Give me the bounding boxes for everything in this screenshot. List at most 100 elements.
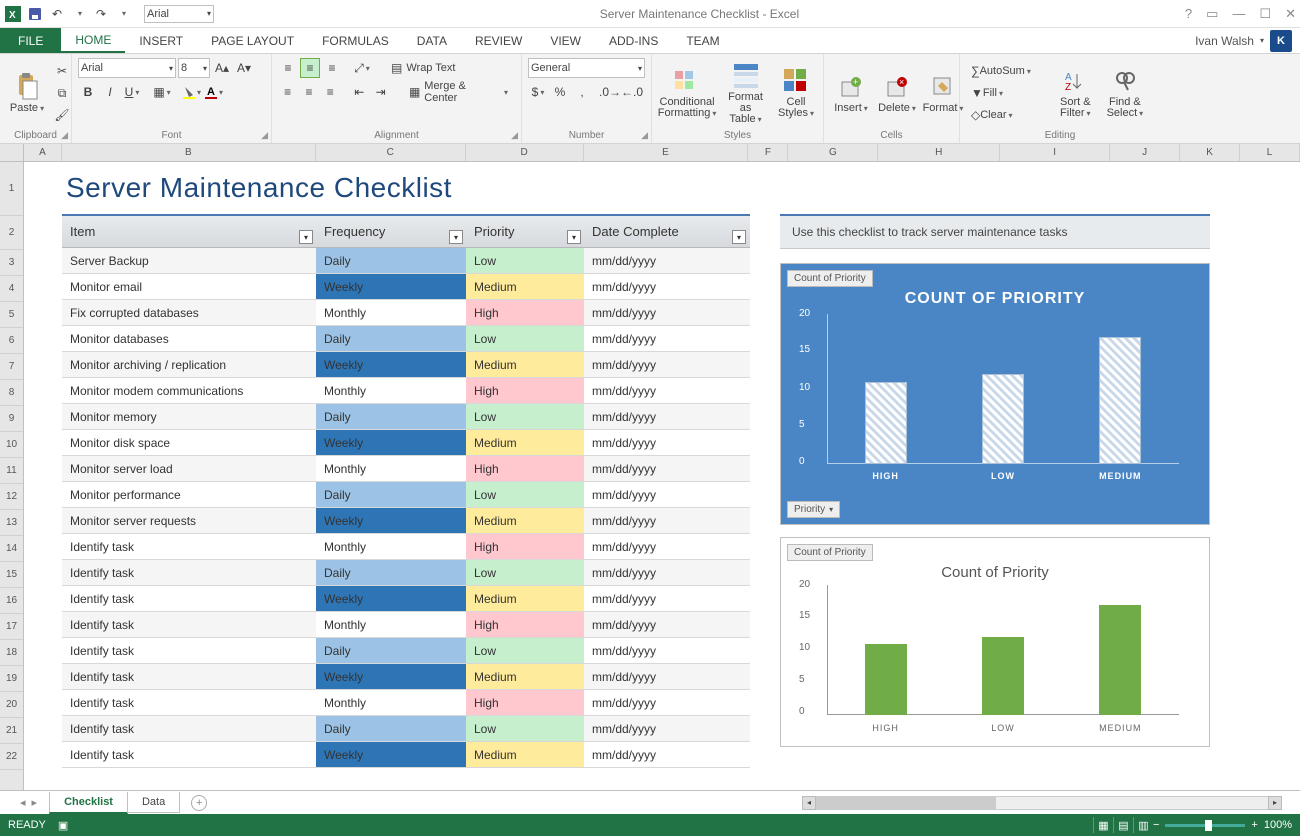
percent-icon[interactable]: %	[550, 82, 570, 102]
col-header[interactable]: L	[1240, 144, 1300, 161]
accounting-icon[interactable]: $	[528, 82, 548, 102]
col-date[interactable]: Date Complete▾	[584, 216, 749, 247]
scroll-thumb[interactable]	[816, 797, 996, 809]
cell-styles-button[interactable]: Cell Styles	[775, 58, 817, 128]
table-row[interactable]: Server BackupDailyLowmm/dd/yyyy	[62, 248, 750, 274]
sort-filter-button[interactable]: AZSort & Filter	[1054, 58, 1097, 128]
cell-item[interactable]: Identify task	[62, 534, 316, 559]
table-row[interactable]: Identify taskWeeklyMediummm/dd/yyyy	[62, 586, 750, 612]
row-header[interactable]: 13	[0, 510, 23, 536]
cell-priority[interactable]: Medium	[466, 274, 584, 299]
cell-item[interactable]: Identify task	[62, 664, 316, 689]
row-header[interactable]: 12	[0, 484, 23, 510]
cell-date[interactable]: mm/dd/yyyy	[584, 612, 749, 637]
select-all-corner[interactable]	[0, 144, 23, 162]
find-select-button[interactable]: Find & Select	[1101, 58, 1150, 128]
cell-item[interactable]: Monitor email	[62, 274, 316, 299]
macro-record-icon[interactable]: ▣	[58, 819, 68, 832]
cell-priority[interactable]: Low	[466, 482, 584, 507]
font-size-select[interactable]: 8▾	[178, 58, 210, 78]
table-row[interactable]: Monitor emailWeeklyMediummm/dd/yyyy	[62, 274, 750, 300]
col-header[interactable]: I	[1000, 144, 1110, 161]
cell-frequency[interactable]: Weekly	[316, 430, 466, 455]
table-row[interactable]: Monitor modem communicationsMonthlyHighm…	[62, 378, 750, 404]
col-item[interactable]: Item▾	[62, 216, 316, 247]
col-header[interactable]: C	[316, 144, 466, 161]
cell-item[interactable]: Fix corrupted databases	[62, 300, 316, 325]
table-row[interactable]: Identify taskDailyLowmm/dd/yyyy	[62, 638, 750, 664]
zoom-slider[interactable]	[1165, 824, 1245, 827]
increase-font-icon[interactable]: A▴	[212, 58, 232, 78]
col-header[interactable]: D	[466, 144, 584, 161]
sheet-nav-last-icon[interactable]: ▸	[32, 796, 38, 809]
cell-item[interactable]: Monitor memory	[62, 404, 316, 429]
chart-bar[interactable]: LOW	[982, 637, 1024, 715]
cell-frequency[interactable]: Monthly	[316, 612, 466, 637]
horizontal-scrollbar[interactable]: ◂ ▸	[802, 796, 1282, 810]
clear-button[interactable]: ◇ Clear	[966, 105, 1018, 125]
fill-color-button[interactable]	[182, 82, 202, 102]
table-row[interactable]: Identify taskMonthlyHighmm/dd/yyyy	[62, 612, 750, 638]
save-icon[interactable]	[26, 5, 44, 23]
tab-review[interactable]: REVIEW	[461, 28, 536, 53]
qat-font-select[interactable]: Arial▾	[144, 5, 214, 23]
col-priority[interactable]: Priority▾	[466, 216, 584, 247]
italic-button[interactable]: I	[100, 82, 120, 102]
clipboard-launcher[interactable]: ◢	[61, 130, 68, 141]
cell-item[interactable]: Identify task	[62, 716, 316, 741]
cell-frequency[interactable]: Daily	[316, 560, 466, 585]
row-header[interactable]: 9	[0, 406, 23, 432]
row-header[interactable]: 21	[0, 718, 23, 744]
border-button[interactable]: ▦	[152, 82, 172, 102]
tab-insert[interactable]: INSERT	[125, 28, 197, 53]
copy-icon[interactable]: ⧉	[52, 83, 72, 103]
insert-cells-button[interactable]: +Insert	[830, 58, 872, 128]
cell-frequency[interactable]: Daily	[316, 248, 466, 273]
zoom-level[interactable]: 100%	[1264, 819, 1292, 831]
close-icon[interactable]: ✕	[1285, 6, 1296, 22]
number-launcher[interactable]: ◢	[641, 130, 648, 141]
undo-icon[interactable]: ↶	[48, 5, 66, 23]
col-frequency[interactable]: Frequency▾	[316, 216, 466, 247]
zoom-out-icon[interactable]: −	[1153, 819, 1159, 831]
cell-date[interactable]: mm/dd/yyyy	[584, 404, 749, 429]
table-row[interactable]: Identify taskMonthlyHighmm/dd/yyyy	[62, 534, 750, 560]
cell-frequency[interactable]: Daily	[316, 716, 466, 741]
col-header[interactable]: F	[748, 144, 788, 161]
cell-item[interactable]: Monitor server load	[62, 456, 316, 481]
view-page-layout-icon[interactable]: ▤	[1113, 817, 1133, 833]
cell-priority[interactable]: Low	[466, 248, 584, 273]
sheet-tab-data[interactable]: Data	[127, 792, 180, 813]
chart-bar[interactable]: MEDIUM	[1099, 337, 1141, 465]
chart-bar[interactable]: LOW	[982, 374, 1024, 464]
tab-page-layout[interactable]: PAGE LAYOUT	[197, 28, 308, 53]
row-header[interactable]: 2	[0, 216, 23, 250]
table-row[interactable]: Identify taskWeeklyMediummm/dd/yyyy	[62, 664, 750, 690]
user-menu[interactable]: Ivan Walsh▾ K	[1195, 28, 1300, 53]
filter-drop-icon[interactable]: ▾	[299, 230, 313, 244]
tab-data[interactable]: DATA	[403, 28, 461, 53]
cell-date[interactable]: mm/dd/yyyy	[584, 638, 749, 663]
cell-item[interactable]: Identify task	[62, 690, 316, 715]
view-normal-icon[interactable]: ▦	[1093, 817, 1113, 833]
row-header[interactable]: 7	[0, 354, 23, 380]
cell-priority[interactable]: High	[466, 456, 584, 481]
table-row[interactable]: Identify taskDailyLowmm/dd/yyyy	[62, 560, 750, 586]
increase-indent-icon[interactable]: ⇥	[371, 82, 390, 102]
row-header[interactable]: 15	[0, 562, 23, 588]
cell-priority[interactable]: Low	[466, 716, 584, 741]
row-header[interactable]: 17	[0, 614, 23, 640]
cell-date[interactable]: mm/dd/yyyy	[584, 326, 749, 351]
bold-button[interactable]: B	[78, 82, 98, 102]
filter-drop-icon[interactable]: ▾	[449, 230, 463, 244]
cell-date[interactable]: mm/dd/yyyy	[584, 664, 749, 689]
col-header[interactable]: G	[788, 144, 878, 161]
fill-button[interactable]: ▼ Fill	[966, 83, 1008, 103]
scroll-left-icon[interactable]: ◂	[802, 796, 816, 810]
cell-frequency[interactable]: Weekly	[316, 352, 466, 377]
row-header[interactable]: 14	[0, 536, 23, 562]
format-as-table-button[interactable]: Format as Table	[720, 58, 771, 128]
chart-priority-green[interactable]: Count of Priority Count of Priority 20 1…	[780, 537, 1210, 747]
font-color-button[interactable]: A	[204, 82, 224, 102]
help-icon[interactable]: ?	[1185, 6, 1192, 21]
